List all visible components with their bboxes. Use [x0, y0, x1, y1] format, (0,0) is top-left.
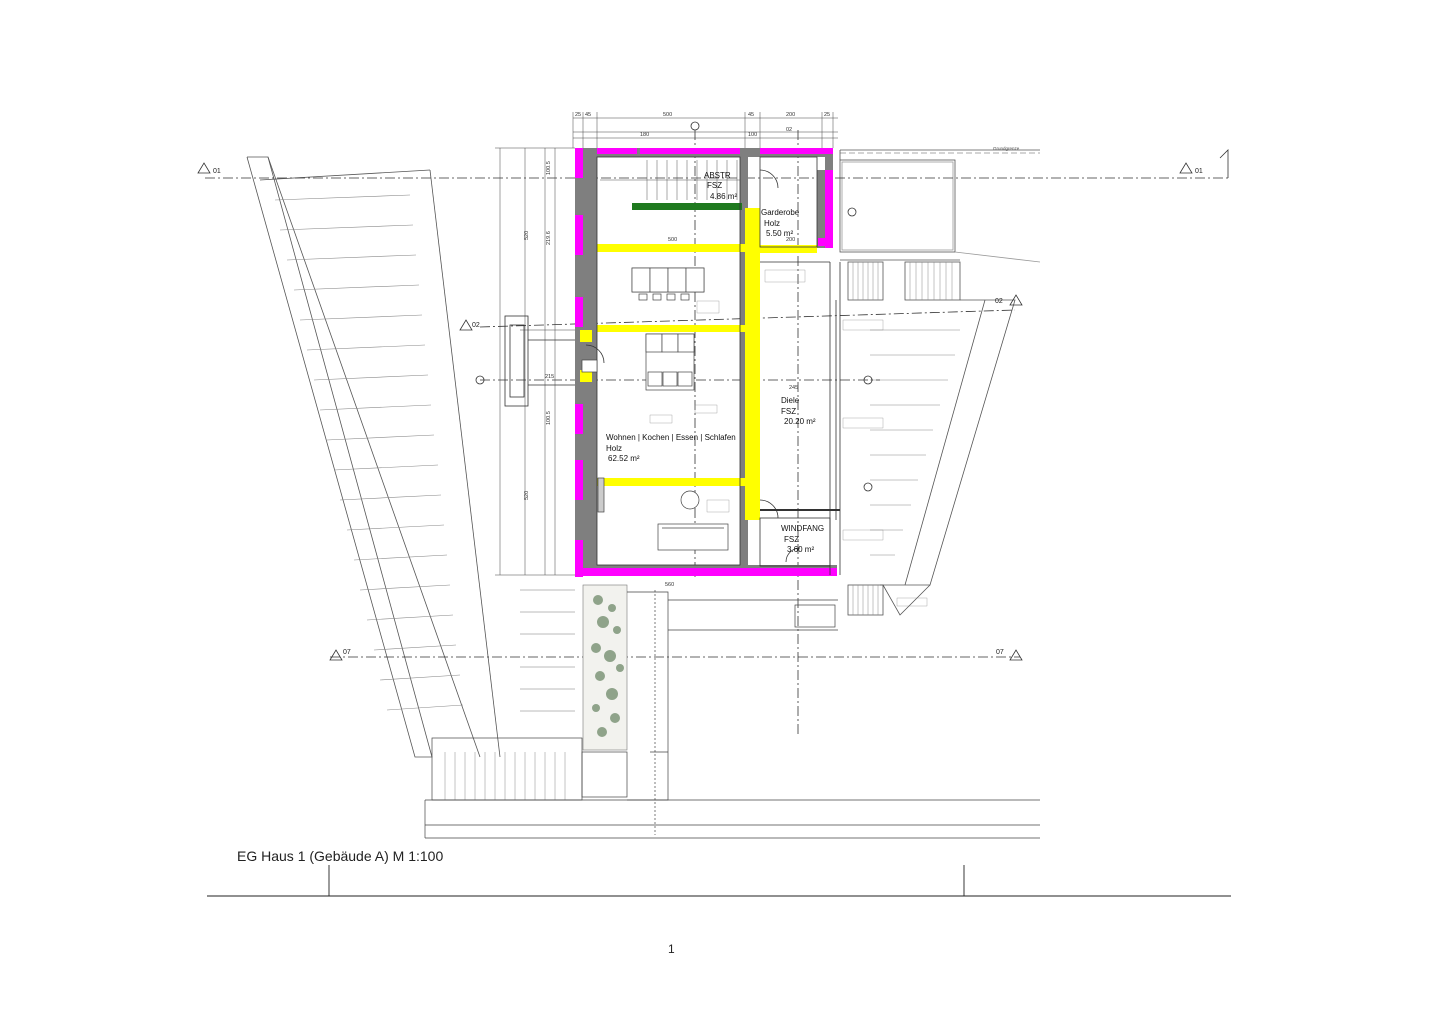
yellow-walls [580, 208, 817, 520]
room-label-wohnen: Wohnen | Kochen | Essen | Schlafen Holz … [606, 433, 736, 463]
section-label-01-right: 01 [1195, 168, 1203, 175]
floor-plan-drawing: 25 45 500 45 200 25 180 100 02 500 200 2… [197, 112, 1231, 897]
property-line-label: Grundgrenze [993, 146, 1020, 151]
room-name: WINDFANG [781, 524, 824, 533]
room-name: Wohnen | Kochen | Essen | Schlafen [606, 433, 736, 442]
section-label-07: 07 [343, 649, 351, 656]
room-floor: FSZ [784, 535, 799, 544]
south-terrace [424, 590, 1040, 839]
dim-text: 45 [748, 112, 754, 118]
green-strip [632, 203, 742, 210]
section-label-02: 02 [472, 322, 480, 329]
west-bay [504, 315, 575, 407]
right-terrace-structure [839, 149, 1041, 616]
room-area: 3.60 m² [787, 545, 814, 554]
room-area: 20.20 m² [784, 417, 816, 426]
room-label-garderobe: Garderobe Holz 5.50 m² [761, 208, 800, 238]
dim-text: 500 [663, 112, 672, 118]
section-label-01: 01 [213, 168, 221, 175]
room-floor: Holz [606, 444, 622, 453]
left-ramp-structure [246, 156, 575, 758]
section-markers [197, 121, 1229, 661]
dim-text: 520 [524, 491, 530, 500]
page-number: 1 [668, 942, 675, 956]
room-label-windfang: WINDFANG FSZ 3.60 m² [781, 524, 824, 554]
dim-text: 100.5 [546, 161, 552, 175]
room-floor: FSZ [707, 181, 722, 190]
planter [582, 584, 628, 751]
dim-text: 500 [668, 237, 677, 243]
section-marker-labels: 01 01 02 02 07 07 [213, 168, 1203, 656]
dim-text: 100.5 [546, 411, 552, 425]
dim-text: 520 [524, 231, 530, 240]
dim-text: 219.6 [546, 231, 552, 245]
room-floor: Holz [764, 219, 780, 228]
section-label-07-right: 07 [996, 649, 1004, 656]
title-block [207, 865, 1231, 897]
dim-text: 25 [824, 112, 830, 118]
room-floor: FSZ [781, 407, 796, 416]
room-area: 4.86 m² [710, 192, 737, 201]
room-label-diele: Diele FSZ 20.20 m² [781, 396, 816, 426]
dim-text: 45 [585, 112, 591, 118]
furniture [581, 267, 729, 551]
room-area: 5.50 m² [766, 229, 793, 238]
dim-text: 180 [640, 132, 649, 138]
room-name: Diele [781, 396, 800, 405]
room-area: 62.52 m² [608, 454, 640, 463]
dim-text: 245 [789, 385, 798, 391]
dim-text: 25 [575, 112, 581, 118]
room-name: ABSTR [704, 171, 731, 180]
dim-text: 200 [786, 112, 795, 118]
drawing-caption: EG Haus 1 (Gebäude A) M 1:100 [237, 848, 444, 864]
room-label-abstellraum: ABSTR FSZ 4.86 m² [704, 171, 737, 201]
section-label-02-right: 02 [995, 298, 1003, 305]
dim-text: 215 [545, 374, 554, 380]
interior-lines [585, 156, 841, 575]
dim-text: 02 [786, 127, 792, 133]
room-name: Garderobe [761, 208, 800, 217]
dim-text: 560 [665, 582, 674, 588]
dim-text: 100 [748, 132, 757, 138]
